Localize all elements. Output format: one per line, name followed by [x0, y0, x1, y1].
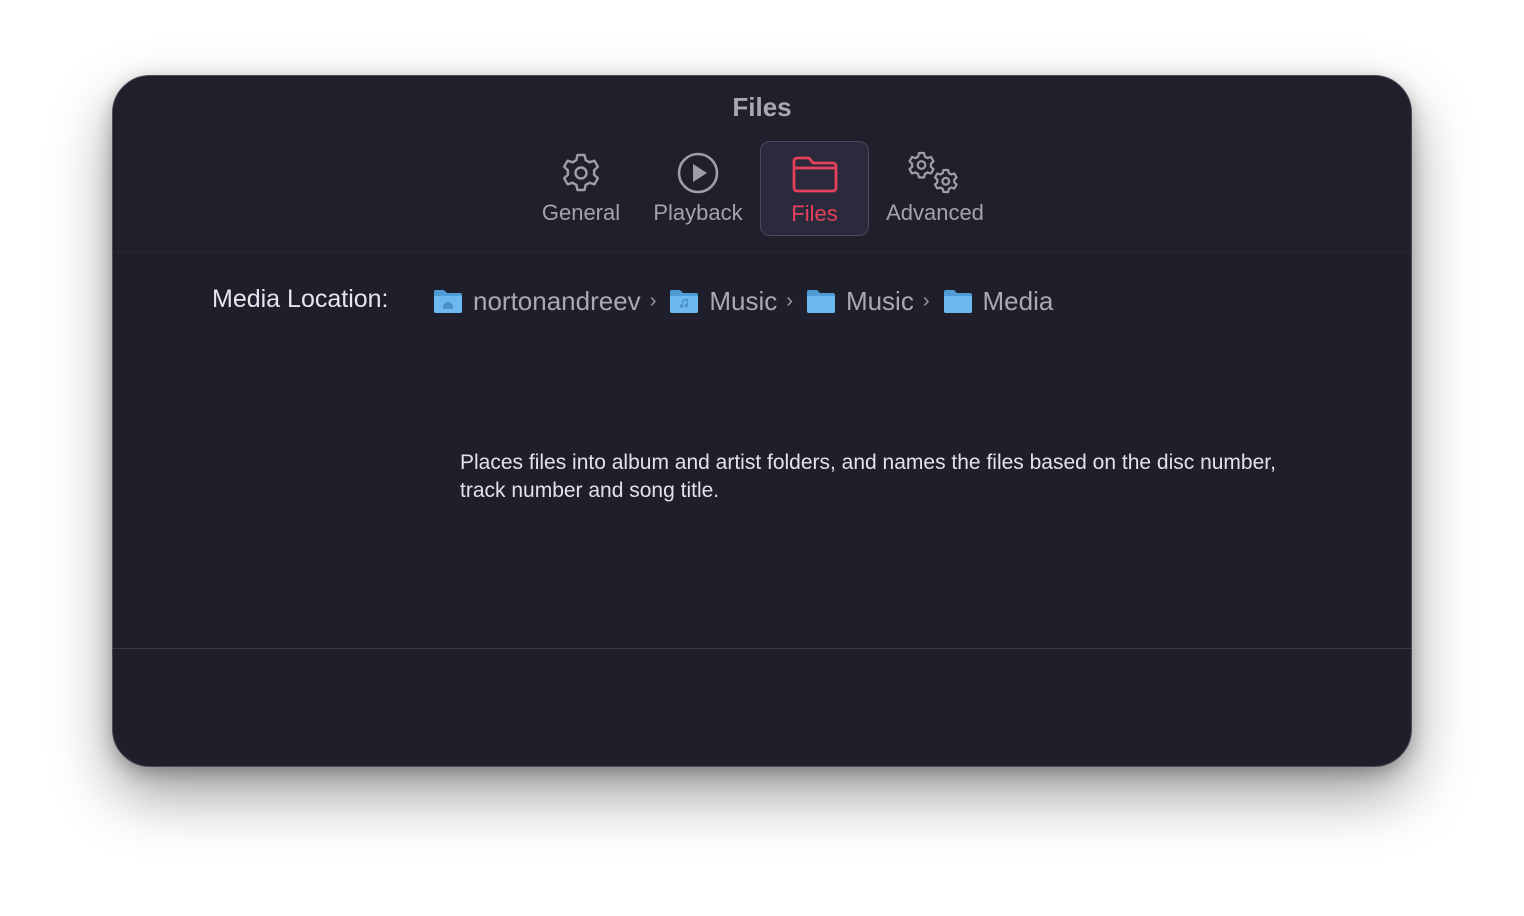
tab-advanced[interactable]: Advanced: [879, 141, 991, 236]
folder-icon: [761, 151, 868, 197]
preferences-toolbar: General Playback Files Advanced: [113, 141, 1411, 236]
media-location-row: Media Location: nortonandreev › Music › …: [113, 281, 1411, 321]
home-folder-icon: [433, 288, 463, 314]
tab-files[interactable]: Files: [760, 141, 869, 236]
tab-general-label: General: [541, 200, 621, 225]
path-item-label: Media: [982, 285, 1054, 316]
divider: [113, 648, 1411, 649]
music-folder-icon: [669, 288, 699, 314]
path-item-label: nortonandreev: [473, 285, 641, 316]
folder-icon: [806, 288, 836, 314]
window-title: Files: [732, 92, 792, 122]
media-location-label: Media Location:: [212, 285, 389, 313]
path-item-media[interactable]: Media: [943, 285, 1054, 317]
path-item-nortonandreev[interactable]: nortonandreev: [433, 286, 641, 317]
tab-playback[interactable]: Playback: [645, 141, 751, 236]
preferences-window: Files General Playback Files Advanced Me…: [112, 75, 1412, 767]
organize-description: Places files into album and artist folde…: [460, 451, 1276, 502]
tab-playback-label: Playback: [653, 200, 743, 225]
tab-general[interactable]: General: [533, 141, 629, 236]
path-separator: ›: [649, 289, 657, 312]
media-location-path-control[interactable]: nortonandreev › Music › Music › Media: [433, 281, 1053, 321]
path-separator: ›: [922, 289, 930, 312]
path-item-label: Music: [845, 285, 914, 316]
gear-icon: [533, 150, 629, 196]
gears-icon: [879, 150, 991, 196]
path-separator: ›: [786, 289, 793, 312]
folder-icon: [943, 288, 973, 314]
tab-files-label: Files: [791, 201, 838, 226]
path-item-label: Music: [709, 285, 778, 316]
path-item-music-2[interactable]: Music: [806, 286, 914, 317]
titlebar: Files General Playback Files Advanced: [113, 76, 1411, 253]
path-item-music-1[interactable]: Music: [669, 286, 777, 317]
play-circle-icon: [645, 150, 751, 196]
tab-advanced-label: Advanced: [886, 200, 984, 225]
